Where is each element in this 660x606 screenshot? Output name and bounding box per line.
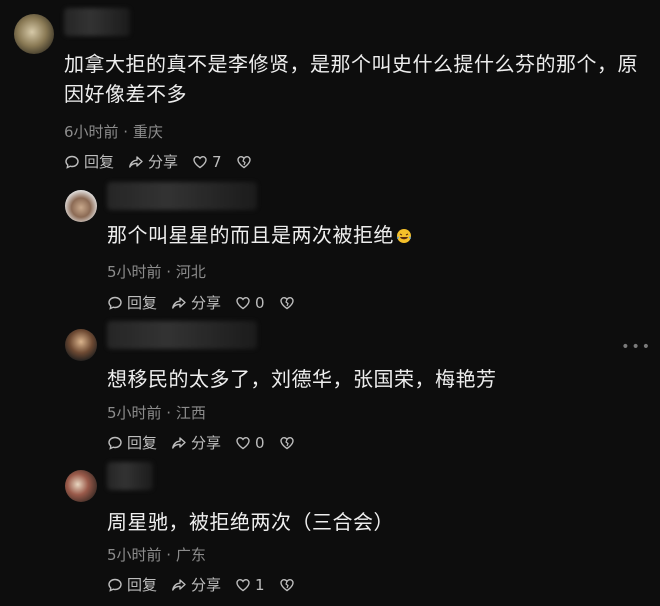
- like-button[interactable]: 0: [235, 434, 265, 452]
- heart-icon: [236, 578, 250, 591]
- like-count: 1: [255, 575, 265, 594]
- like-button[interactable]: 7: [192, 153, 222, 171]
- share-arrow-icon: [172, 296, 186, 309]
- like-count: 0: [255, 293, 265, 312]
- comment-actions: 回复 分享 1: [107, 574, 309, 595]
- dislike-button[interactable]: [279, 295, 295, 311]
- reply-label: 回复: [127, 576, 158, 594]
- reply-label: 回复: [84, 153, 115, 171]
- dislike-button[interactable]: [279, 435, 295, 451]
- comment-meta: 5小时前 · 江西: [107, 404, 206, 422]
- reply-bubble-icon: [108, 436, 122, 450]
- more-dots-icon[interactable]: •••: [621, 339, 652, 355]
- reply-button[interactable]: 回复: [107, 292, 157, 313]
- share-arrow-icon: [172, 578, 186, 591]
- username-blurred[interactable]: [64, 8, 130, 36]
- reply-label: 回复: [127, 434, 158, 452]
- share-arrow-icon: [172, 436, 186, 449]
- comment-text: 周星驰，被拒绝两次（三合会）: [107, 510, 394, 534]
- reply-3: 周星驰，被拒绝两次（三合会） 5小时前 · 广东 回复 分享 1: [0, 462, 660, 606]
- dislike-button[interactable]: [279, 577, 295, 593]
- reply-1: 那个叫星星的而且是两次被拒绝 5小时前 · 河北 回复 分享 0: [0, 182, 660, 325]
- avatar[interactable]: [65, 190, 97, 222]
- comment-actions: 回复 分享 0: [107, 432, 309, 453]
- comment-text: 加拿大拒的真不是李修贤，是那个叫史什么提什么芬的那个，原因好像差不多: [64, 52, 638, 106]
- share-label: 分享: [191, 434, 222, 452]
- heart-icon: [193, 155, 207, 168]
- share-button[interactable]: 分享: [128, 151, 178, 172]
- avatar[interactable]: [65, 470, 97, 502]
- username-blurred[interactable]: [107, 182, 257, 210]
- share-button[interactable]: 分享: [171, 292, 221, 313]
- laughing-crying-emoji: [397, 229, 411, 243]
- reply-bubble-icon: [65, 155, 79, 169]
- like-count: 0: [255, 433, 265, 452]
- heart-icon: [236, 436, 250, 449]
- comment-meta: 5小时前 · 河北: [107, 263, 206, 281]
- comment-text: 想移民的太多了，刘德华，张国荣，梅艳芳: [107, 367, 497, 391]
- share-button[interactable]: 分享: [171, 574, 221, 595]
- comment-meta: 6小时前 · 重庆: [64, 123, 163, 141]
- reply-2: ••• 想移民的太多了，刘德华，张国荣，梅艳芳 5小时前 · 江西 回复 分享 …: [0, 321, 660, 465]
- reply-bubble-icon: [108, 296, 122, 310]
- comment-meta: 5小时前 · 广东: [107, 546, 206, 564]
- share-label: 分享: [148, 153, 179, 171]
- dislike-button[interactable]: [236, 154, 252, 170]
- share-label: 分享: [191, 294, 222, 312]
- username-blurred[interactable]: [107, 321, 257, 349]
- broken-heart-icon: [279, 296, 294, 309]
- avatar[interactable]: [65, 329, 97, 361]
- reply-button[interactable]: 回复: [107, 574, 157, 595]
- share-arrow-icon: [129, 155, 143, 168]
- like-button[interactable]: 1: [235, 576, 265, 594]
- comment-actions: 回复 分享 0: [107, 292, 309, 313]
- share-button[interactable]: 分享: [171, 432, 221, 453]
- reply-text: 那个叫星星的而且是两次被拒绝: [107, 223, 394, 247]
- share-label: 分享: [191, 576, 222, 594]
- reply-button[interactable]: 回复: [64, 151, 114, 172]
- broken-heart-icon: [279, 578, 294, 591]
- broken-heart-icon: [236, 155, 251, 168]
- reply-bubble-icon: [108, 578, 122, 592]
- like-count: 7: [212, 152, 222, 171]
- comment-actions: 回复 分享 7: [64, 151, 266, 172]
- broken-heart-icon: [279, 436, 294, 449]
- heart-icon: [236, 296, 250, 309]
- reply-button[interactable]: 回复: [107, 432, 157, 453]
- avatar[interactable]: [14, 14, 54, 54]
- username-blurred[interactable]: [107, 462, 153, 490]
- comment-text: 那个叫星星的而且是两次被拒绝: [107, 220, 627, 250]
- like-button[interactable]: 0: [235, 294, 265, 312]
- comment-1: 加拿大拒的真不是李修贤，是那个叫史什么提什么芬的那个，原因好像差不多 6小时前 …: [0, 0, 660, 185]
- reply-label: 回复: [127, 294, 158, 312]
